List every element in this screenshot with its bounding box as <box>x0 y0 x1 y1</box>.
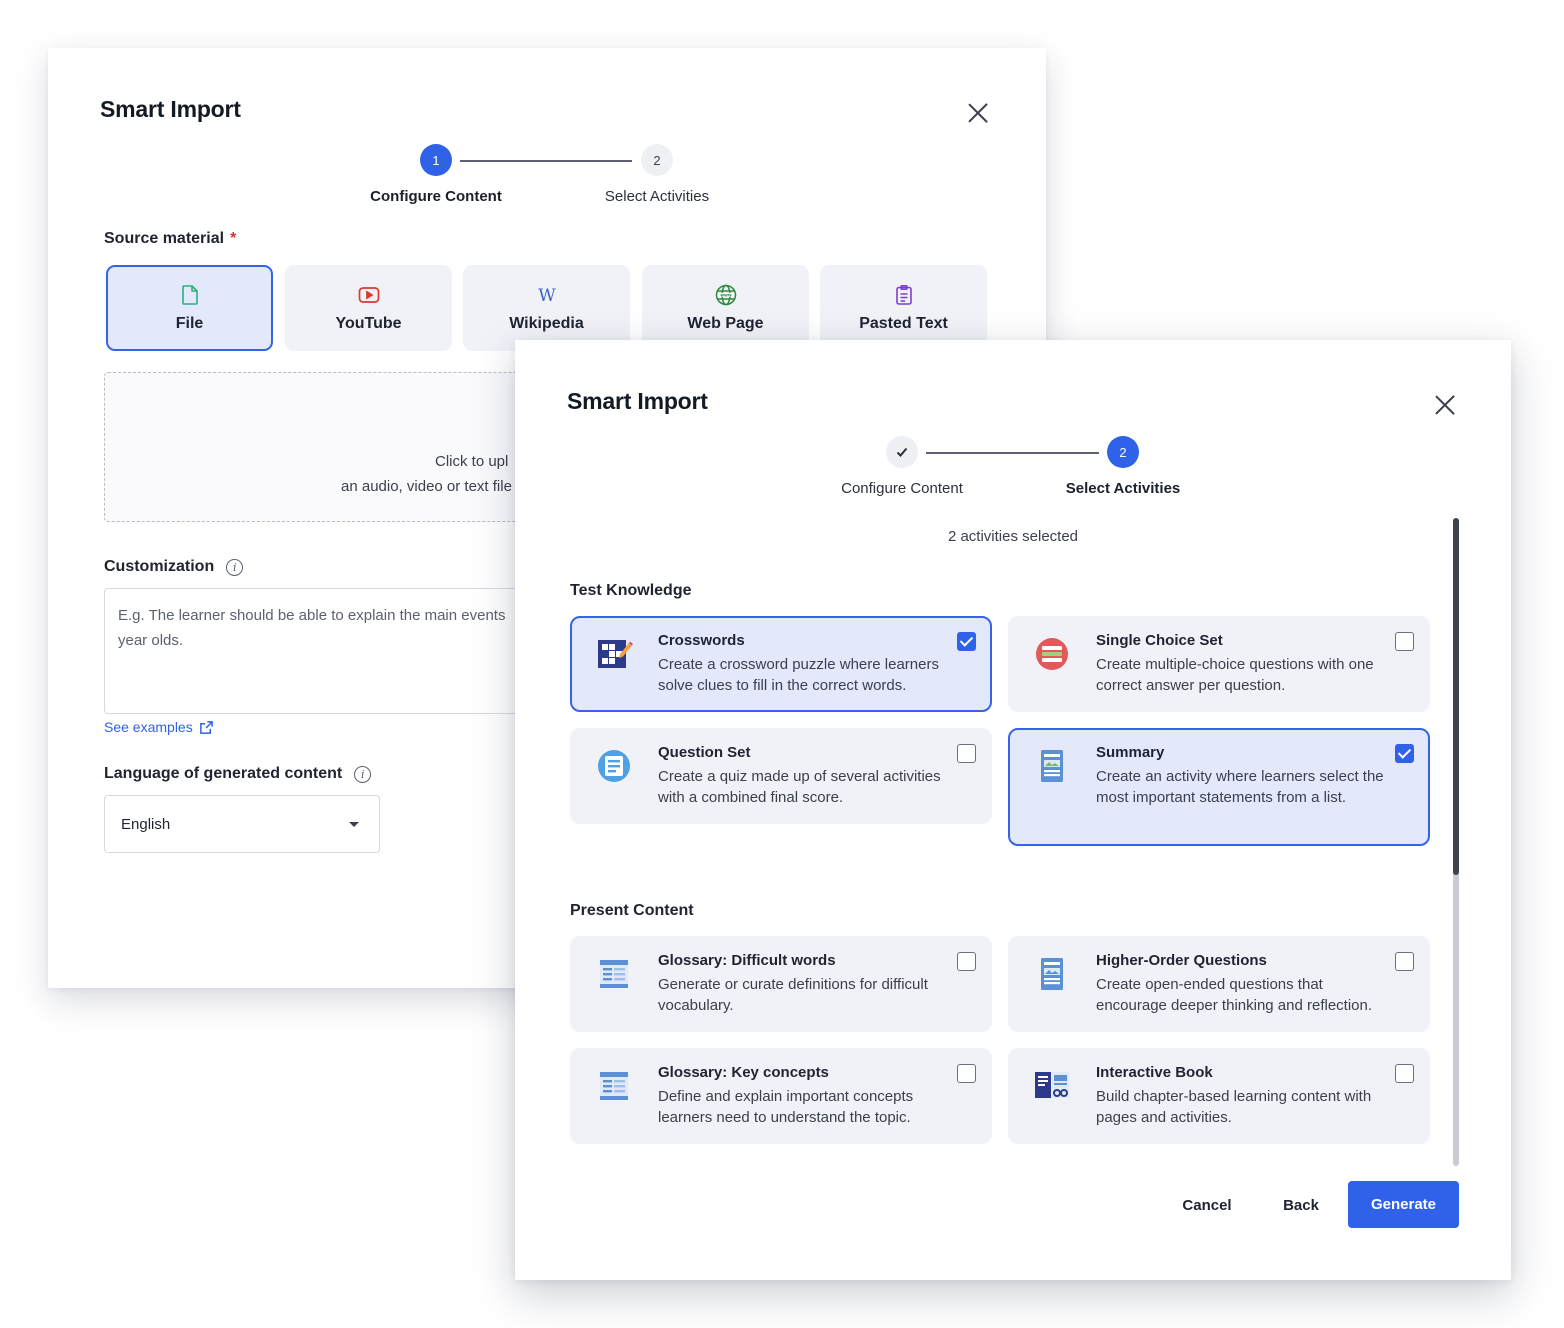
step-2-circle: 2 <box>1107 436 1139 468</box>
summary-icon <box>1041 750 1063 782</box>
modal-title: Smart Import <box>100 96 241 122</box>
info-icon[interactable]: i <box>354 765 372 783</box>
step-1-label: Configure Content <box>841 480 963 497</box>
back-button[interactable]: Back <box>1267 1182 1335 1228</box>
activity-checkbox[interactable] <box>957 1064 976 1083</box>
source-tile-label: Wikipedia <box>509 315 584 332</box>
higher-order-icon <box>1041 958 1063 990</box>
scrollbar-thumb[interactable] <box>1453 518 1459 875</box>
close-icon[interactable] <box>1430 390 1460 420</box>
activity-description: Generate or curate definitions for diffi… <box>658 976 928 1014</box>
smart-import-modal-step2: Smart Import 2 Configure Content Select … <box>515 340 1511 1280</box>
activity-title: Glossary: Difficult words <box>658 952 836 969</box>
group-title-present-content: Present Content <box>570 902 694 919</box>
activity-card-summary[interactable]: Summary Create an activity where learner… <box>1008 728 1430 846</box>
activity-card-higher-order-questions[interactable]: Higher-Order Questions Create open-ended… <box>1008 936 1430 1032</box>
crossword-icon <box>598 640 633 668</box>
upload-hint-line1: Click to upl <box>435 453 509 470</box>
language-select[interactable]: English <box>104 795 380 853</box>
stepper-line <box>460 160 632 162</box>
activity-card-glossary-difficult-words[interactable]: Glossary: Difficult words Generate or cu… <box>570 936 992 1032</box>
svg-text:W: W <box>538 286 556 306</box>
activity-description: Build chapter-based learning content wit… <box>1096 1088 1372 1126</box>
source-tile-youtube[interactable]: YouTube <box>285 265 452 351</box>
glossary-icon <box>600 1072 628 1100</box>
activity-checkbox[interactable] <box>1395 744 1414 763</box>
step-2-label: Select Activities <box>604 188 710 205</box>
activity-card-interactive-book[interactable]: Interactive Book Build chapter-based lea… <box>1008 1048 1430 1144</box>
step-2-label: Select Activities <box>1065 480 1181 497</box>
activity-checkbox[interactable] <box>957 632 976 651</box>
activity-description: Create an activity where learners select… <box>1096 768 1384 806</box>
step-1-circle-completed <box>886 436 918 468</box>
youtube-icon <box>358 287 379 303</box>
activity-title: Higher-Order Questions <box>1096 952 1267 969</box>
source-tile-web-page[interactable]: www Web Page <box>642 265 809 351</box>
glossary-icon <box>600 960 628 988</box>
activity-card-question-set[interactable]: Question Set Create a quiz made up of se… <box>570 728 992 824</box>
activity-description: Create open-ended questions that encoura… <box>1096 976 1373 1014</box>
step-1-circle: 1 <box>420 144 452 176</box>
activity-card-single-choice-set[interactable]: Single Choice Set Create multiple-choice… <box>1008 616 1430 712</box>
required-mark: * <box>230 230 237 247</box>
source-tile-pasted-text[interactable]: Pasted Text <box>820 265 987 351</box>
modal-title: Smart Import <box>567 388 708 414</box>
svg-text:www: www <box>720 293 732 298</box>
activity-title: Interactive Book <box>1096 1064 1213 1081</box>
activities-selected-count: 2 activities selected <box>947 528 1079 545</box>
caret-down-icon <box>349 822 359 827</box>
external-link-icon <box>199 720 213 734</box>
generate-button[interactable]: Generate <box>1348 1181 1459 1228</box>
activity-checkbox[interactable] <box>1395 1064 1414 1083</box>
source-material-label: Source material * <box>104 230 237 247</box>
group-title-test-knowledge: Test Knowledge <box>570 582 692 599</box>
activity-title: Question Set <box>658 744 751 761</box>
activity-title: Crosswords <box>658 632 745 649</box>
activity-checkbox[interactable] <box>957 952 976 971</box>
question-set-icon <box>598 750 630 782</box>
see-examples-link[interactable]: See examples <box>104 719 214 735</box>
step-1-label: Configure Content <box>370 188 502 205</box>
source-tile-label: YouTube <box>335 315 402 332</box>
activity-description: Create a crossword puzzle where learners… <box>658 656 939 694</box>
interactive-book-icon <box>1035 1072 1069 1098</box>
activity-title: Summary <box>1096 744 1165 761</box>
activity-title: Single Choice Set <box>1096 632 1223 649</box>
activity-card-crosswords[interactable]: Crosswords Create a crossword puzzle whe… <box>570 616 992 712</box>
check-icon <box>896 447 908 457</box>
source-tile-label: Web Page <box>687 315 764 332</box>
language-select-value: English <box>121 815 171 833</box>
source-tile-label: Pasted Text <box>859 315 948 332</box>
info-icon[interactable]: i <box>226 558 244 576</box>
activity-checkbox[interactable] <box>957 744 976 763</box>
clipboard-icon <box>895 284 912 305</box>
cancel-button[interactable]: Cancel <box>1167 1182 1247 1228</box>
globe-www-icon: www <box>715 284 736 306</box>
single-choice-icon <box>1036 638 1068 670</box>
step-2-circle: 2 <box>641 144 673 176</box>
source-tile-file[interactable]: File <box>106 265 273 351</box>
activity-checkbox[interactable] <box>1395 632 1414 651</box>
language-label: Language of generated content i <box>104 765 372 783</box>
activity-title: Glossary: Key concepts <box>658 1064 829 1081</box>
customization-label: Customization i <box>104 558 244 576</box>
file-icon <box>181 285 198 305</box>
source-tile-wikipedia[interactable]: W Wikipedia <box>463 265 630 351</box>
activity-checkbox[interactable] <box>1395 952 1414 971</box>
activity-card-glossary-key-concepts[interactable]: Glossary: Key concepts Define and explai… <box>570 1048 992 1144</box>
activity-description: Create a quiz made up of several activit… <box>658 768 941 806</box>
wikipedia-icon: W <box>538 286 556 306</box>
source-tile-label: File <box>175 315 204 332</box>
upload-hint-line2: an audio, video or text file <box>341 478 512 495</box>
close-icon[interactable] <box>963 98 993 128</box>
activity-description: Create multiple-choice questions with on… <box>1096 656 1374 694</box>
stepper-line <box>926 452 1099 454</box>
activity-description: Define and explain important concepts le… <box>658 1088 914 1126</box>
